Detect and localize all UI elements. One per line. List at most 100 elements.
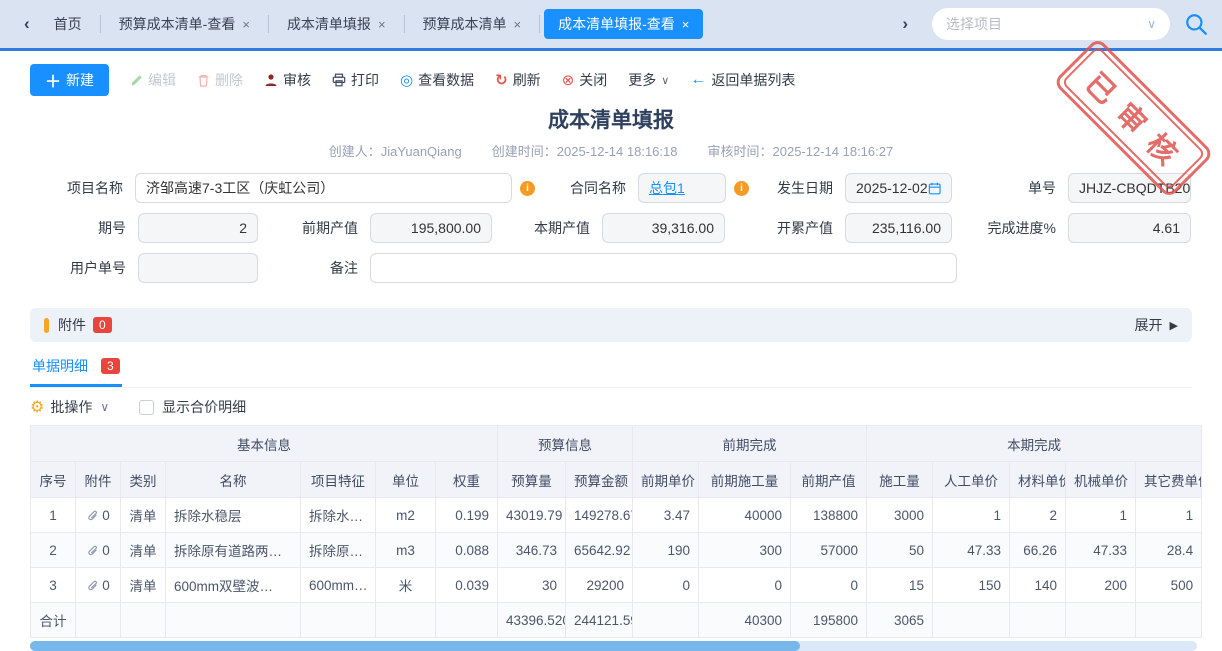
column-header: 机械单价	[1066, 462, 1136, 498]
paperclip-icon	[86, 509, 99, 522]
project-name-field[interactable]: 济邹高速7-3工区（庆虹公司）	[135, 173, 512, 203]
batch-bar: ⚙ 批操作 ∨ 显示合价明细	[30, 397, 1192, 417]
close-icon[interactable]: ×	[242, 17, 250, 32]
group-header: 本期完成	[867, 426, 1202, 462]
column-header: 前期施工量	[699, 462, 791, 498]
period-label: 期号	[30, 218, 138, 238]
audit-button[interactable]: 审核	[264, 70, 311, 90]
edit-button[interactable]: 编辑	[130, 70, 176, 90]
close-icon[interactable]: ×	[682, 17, 690, 32]
column-header: 附件	[76, 462, 121, 498]
user-doc-no-field[interactable]	[138, 253, 258, 283]
person-icon	[264, 73, 278, 87]
more-button[interactable]: 更多 ∨	[628, 70, 669, 90]
progress-label: 完成进度%	[952, 218, 1068, 238]
tab-cost-list-fill[interactable]: 成本清单填报 ×	[273, 9, 400, 39]
form-row-1: 项目名称 济邹高速7-3工区（庆虹公司） i 合同名称 总包1 i 发生日期 2…	[30, 168, 1192, 208]
expand-button[interactable]: 展开 ▶	[1135, 315, 1178, 335]
table-column-header-row: 序号附件类别名称项目特征单位权重预算量预算金额前期单价前期施工量前期产值施工量人…	[31, 462, 1202, 498]
cum-output-field[interactable]: 235,116.00	[845, 213, 952, 243]
close-doc-button[interactable]: ⊗ 关闭	[562, 70, 608, 90]
cell: 149278.67	[566, 498, 633, 533]
refresh-icon: ↻	[495, 71, 508, 89]
triangle-right-icon: ▶	[1170, 319, 1178, 332]
back-to-list-button[interactable]: ← 返回单据列表	[690, 70, 795, 90]
cur-output-field[interactable]: 39,316.00	[602, 213, 725, 243]
table-row[interactable]: 10清单拆除水稳层拆除水…m20.19943019.79149278.673.4…	[31, 498, 1202, 533]
close-circle-icon: ⊗	[562, 71, 575, 89]
tab-bar-right: › 选择项目 ∨	[892, 8, 1208, 40]
cell: 600mm…	[301, 568, 376, 603]
table-row[interactable]: 30清单600mm双壁波…600mm…米0.039302920000015150…	[31, 568, 1202, 603]
progress-field[interactable]: 4.61	[1068, 213, 1191, 243]
info-icon[interactable]: i	[520, 181, 535, 196]
cell: 0.199	[436, 498, 498, 533]
scrollbar-thumb[interactable]	[30, 641, 800, 651]
attachment-cell[interactable]: 0	[76, 498, 121, 533]
print-button[interactable]: 打印	[332, 70, 379, 90]
contract-link[interactable]: 总包1	[649, 178, 685, 198]
view-data-button[interactable]: ◎ 查看数据	[400, 70, 474, 90]
cell: 3	[31, 568, 76, 603]
doc-no-field[interactable]: JHJZ-CBQDTB2025	[1068, 173, 1191, 203]
project-select[interactable]: 选择项目 ∨	[932, 8, 1170, 40]
delete-button[interactable]: 删除	[197, 70, 243, 90]
calendar-icon[interactable]	[928, 181, 941, 196]
tab-separator	[404, 15, 405, 33]
tab-budget-cost-list[interactable]: 预算成本清单 ×	[409, 9, 536, 39]
cell: 1	[1066, 498, 1136, 533]
tab-separator	[268, 15, 269, 33]
contract-name-field[interactable]: 总包1	[638, 173, 726, 203]
horizontal-scrollbar[interactable]	[30, 641, 1197, 651]
cell: 65642.92	[566, 533, 633, 568]
new-button[interactable]: ＋ 新建	[30, 64, 109, 96]
cell: 190	[633, 533, 699, 568]
occur-date-field[interactable]: 2025-12-02	[845, 173, 952, 203]
close-icon[interactable]: ×	[514, 17, 522, 32]
search-button[interactable]	[1184, 12, 1208, 36]
cell: 3000	[867, 498, 933, 533]
printer-icon	[332, 73, 346, 87]
contract-name-label: 合同名称	[535, 178, 638, 198]
tab-cost-list-fill-view-active[interactable]: 成本清单填报-查看 ×	[544, 9, 703, 39]
period-field[interactable]: 2	[138, 213, 258, 243]
cell: 米	[376, 568, 436, 603]
batch-operation-button[interactable]: ⚙ 批操作 ∨	[30, 397, 109, 417]
table-row[interactable]: 20清单拆除原有道路两…拆除原…m30.088346.7365642.92190…	[31, 533, 1202, 568]
refresh-button[interactable]: ↻ 刷新	[495, 70, 541, 90]
cell: 47.33	[933, 533, 1010, 568]
tab-home[interactable]: 首页	[40, 9, 96, 39]
cell	[933, 603, 1010, 638]
tab-budget-cost-list-view[interactable]: 预算成本清单-查看 ×	[105, 9, 264, 39]
cell: 57000	[791, 533, 867, 568]
cell: 200	[1066, 568, 1136, 603]
show-price-detail-checkbox[interactable]	[139, 400, 154, 415]
close-icon[interactable]: ×	[378, 17, 386, 32]
remark-field[interactable]	[370, 253, 957, 283]
cell: 195800	[791, 603, 867, 638]
attachment-cell[interactable]: 0	[76, 568, 121, 603]
tabs-scroll-left-icon[interactable]: ‹	[14, 14, 40, 34]
cell	[633, 603, 699, 638]
column-header: 权重	[436, 462, 498, 498]
prev-output-field[interactable]: 195,800.00	[370, 213, 492, 243]
attachment-bar: 附件 0 展开 ▶	[30, 308, 1192, 342]
tabs-scroll-right-icon[interactable]: ›	[892, 14, 918, 34]
column-header: 前期单价	[633, 462, 699, 498]
chevron-down-icon: ∨	[100, 400, 109, 414]
table-total-row[interactable]: 合计43396.520244121.590403001958003065	[31, 603, 1202, 638]
info-icon[interactable]: i	[734, 181, 749, 196]
search-icon	[1184, 12, 1208, 36]
occur-date-label: 发生日期	[749, 178, 845, 198]
cell: 300	[699, 533, 791, 568]
detail-table: 基本信息预算信息前期完成本期完成序号附件类别名称项目特征单位权重预算量预算金额前…	[30, 425, 1202, 638]
column-header: 序号	[31, 462, 76, 498]
cell: 拆除原有道路两…	[166, 533, 301, 568]
attachment-cell[interactable]: 0	[76, 533, 121, 568]
tab-label: 预算成本清单	[423, 14, 507, 34]
tab-doc-detail[interactable]: 单据明细 3	[30, 356, 122, 387]
column-header: 名称	[166, 462, 301, 498]
attachment-label: 附件	[58, 315, 86, 335]
cell	[301, 603, 376, 638]
cum-output-label: 开累产值	[725, 218, 845, 238]
